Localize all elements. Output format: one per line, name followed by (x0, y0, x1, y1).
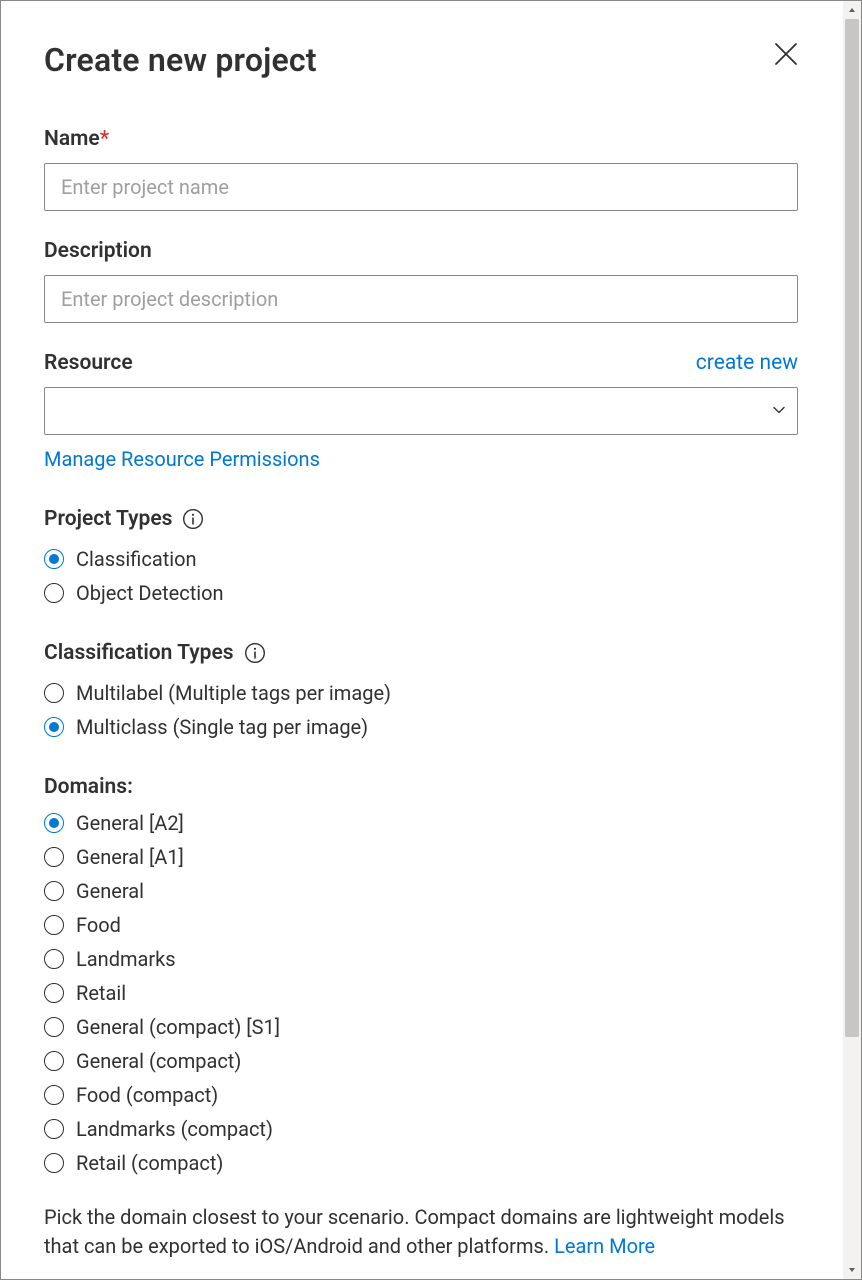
radio-button-icon (44, 717, 64, 737)
radio-button-icon (44, 583, 64, 603)
radio-button-icon (44, 1153, 64, 1173)
radio-food-compact[interactable]: Food (compact) (44, 1083, 803, 1107)
domains-hint: Pick the domain closest to your scenario… (44, 1203, 798, 1261)
classification-types-label: Classification Types (44, 641, 234, 665)
radio-label: Landmarks (76, 947, 176, 971)
radio-multilabel[interactable]: Multilabel (Multiple tags per image) (44, 681, 803, 705)
radio-button-icon (44, 1119, 64, 1139)
radio-button-icon (44, 983, 64, 1003)
radio-multiclass[interactable]: Multiclass (Single tag per image) (44, 715, 803, 739)
radio-label: Multilabel (Multiple tags per image) (76, 681, 391, 705)
page-title: Create new project (44, 41, 317, 79)
radio-button-icon (44, 847, 64, 867)
radio-label: Retail (compact) (76, 1151, 223, 1175)
project-types-radio-group: Classification Object Detection (44, 547, 803, 605)
radio-label: Food (compact) (76, 1083, 218, 1107)
name-input[interactable] (44, 163, 798, 211)
radio-button-icon (44, 1085, 64, 1105)
required-star: * (100, 127, 109, 151)
radio-button-icon (44, 1017, 64, 1037)
radio-label: General (compact) (76, 1049, 241, 1073)
resource-select[interactable] (44, 387, 798, 435)
learn-more-link[interactable]: Learn More (554, 1234, 655, 1258)
radio-landmarks[interactable]: Landmarks (44, 947, 803, 971)
radio-button-icon (44, 881, 64, 901)
radio-label: General (compact) [S1] (76, 1015, 280, 1039)
radio-general-compact[interactable]: General (compact) (44, 1049, 803, 1073)
description-input[interactable] (44, 275, 798, 323)
create-new-resource-link[interactable]: create new (696, 351, 798, 375)
radio-label: General (76, 879, 144, 903)
radio-label: Landmarks (compact) (76, 1117, 273, 1141)
radio-general-a2[interactable]: General [A2] (44, 811, 803, 835)
radio-button-icon (44, 683, 64, 703)
domains-label: Domains: (44, 775, 133, 799)
radio-label: Classification (76, 547, 197, 571)
radio-label: Multiclass (Single tag per image) (76, 715, 368, 739)
radio-label: Retail (76, 981, 126, 1005)
radio-button-icon (44, 949, 64, 969)
radio-label: Food (76, 913, 121, 937)
scrollbar-track[interactable] (843, 19, 861, 1261)
project-types-label: Project Types (44, 507, 172, 531)
close-button[interactable] (769, 37, 803, 71)
radio-retail[interactable]: Retail (44, 981, 803, 1005)
radio-label: General [A2] (76, 811, 184, 835)
radio-label: General [A1] (76, 845, 184, 869)
radio-retail-compact[interactable]: Retail (compact) (44, 1151, 803, 1175)
info-icon[interactable] (182, 508, 204, 530)
radio-food[interactable]: Food (44, 913, 803, 937)
radio-button-icon (44, 915, 64, 935)
radio-classification[interactable]: Classification (44, 547, 803, 571)
domains-radio-group: General [A2] General [A1] General Food Landm… (44, 811, 803, 1175)
radio-button-icon (44, 813, 64, 833)
classification-types-radio-group: Multilabel (Multiple tags per image) Mult… (44, 681, 803, 739)
radio-general-compact-s1[interactable]: General (compact) [S1] (44, 1015, 803, 1039)
radio-button-icon (44, 549, 64, 569)
radio-general-a1[interactable]: General [A1] (44, 845, 803, 869)
radio-label: Object Detection (76, 581, 224, 605)
name-label: Name* (44, 127, 803, 151)
info-icon[interactable] (244, 642, 266, 664)
description-label: Description (44, 239, 803, 263)
radio-button-icon (44, 1051, 64, 1071)
manage-resource-permissions-link[interactable]: Manage Resource Permissions (44, 447, 320, 471)
scroll-down-button[interactable] (843, 1261, 861, 1279)
radio-general[interactable]: General (44, 879, 803, 903)
vertical-scrollbar[interactable] (843, 1, 861, 1279)
scroll-up-button[interactable] (843, 1, 861, 19)
close-icon (773, 41, 799, 67)
radio-landmarks-compact[interactable]: Landmarks (compact) (44, 1117, 803, 1141)
radio-object-detection[interactable]: Object Detection (44, 581, 803, 605)
scrollbar-thumb[interactable] (845, 19, 859, 1037)
resource-label: Resource (44, 351, 133, 375)
